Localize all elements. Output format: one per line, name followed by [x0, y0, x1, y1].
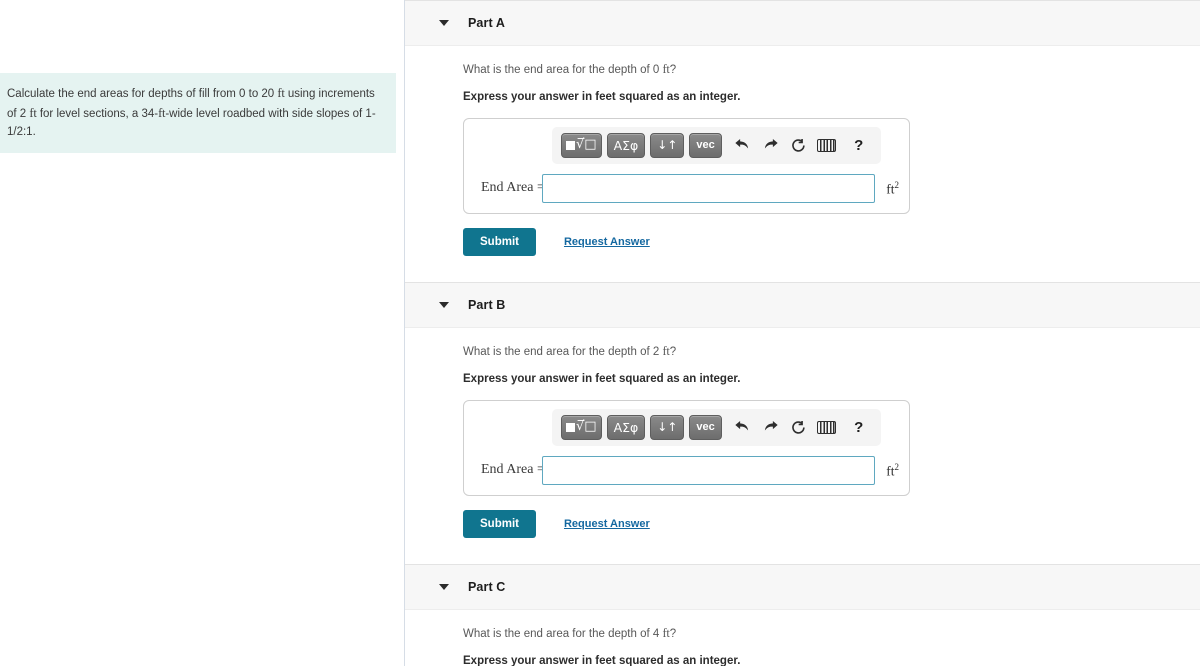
instruction-text-part-c: Express your answer in feet squared as a…	[463, 654, 741, 666]
greek-symbols-button-label: ΑΣφ	[613, 419, 639, 435]
question-text-part-a: What is the end area for the depth of 0 …	[463, 46, 1200, 78]
keyboard-icon[interactable]	[815, 133, 839, 157]
unit-ft: ft	[662, 343, 670, 358]
redo-icon-glyph	[765, 138, 778, 149]
statement-text: Calculate the end areas for depths of fi…	[7, 88, 278, 100]
answer-input-part-a[interactable]	[542, 173, 876, 203]
unit-base: ft	[886, 181, 895, 197]
request-answer-link-part-b[interactable]: Request Answer	[564, 518, 650, 530]
answer-unit-label: ft2	[886, 180, 899, 198]
part-block-part-b: Part B What is the end area for the depth…	[405, 281, 1200, 564]
unit-base: ft	[886, 463, 895, 478]
answer-input-row: End Area = ft2	[474, 455, 899, 485]
undo-icon-glyph	[735, 138, 749, 149]
reset-icon-glyph	[792, 420, 805, 434]
answer-unit-label: ft2	[886, 462, 899, 480]
problem-left-panel: Calculate the end areas for depths of fi…	[0, 0, 405, 666]
radical-glyph: √̅□	[576, 136, 597, 152]
answer-input-row: End Area = ft2	[474, 173, 899, 203]
keyboard-glyph	[817, 420, 837, 434]
redo-icon[interactable]	[759, 133, 783, 157]
part-block-part-a: Part A What is the end area for the depth…	[405, 0, 1200, 282]
instruction-text-part-b: Express your answer in feet squared as a…	[463, 372, 741, 385]
answer-actions-row: Submit Request Answer	[463, 509, 1200, 538]
math-toolbar: √̅□ ΑΣφ ↓↑ vec?	[552, 126, 881, 164]
part-header-part-b[interactable]: Part B	[405, 281, 1200, 328]
unit-exponent: 2	[894, 461, 900, 472]
greek-symbols-button[interactable]: ΑΣφ	[606, 414, 646, 440]
reset-icon[interactable]	[787, 415, 811, 439]
subscript-superscript-button-label: ↓↑	[657, 138, 678, 153]
template-square-root-button[interactable]: √̅□	[561, 414, 602, 440]
part-block-part-c: Part C What is the end area for the depth…	[405, 563, 1200, 666]
greek-symbols-button-label: ΑΣφ	[613, 137, 639, 153]
part-header-part-c[interactable]: Part C	[405, 563, 1200, 610]
part-title-part-c: Part C	[468, 579, 506, 594]
help-icon[interactable]: ?	[847, 133, 871, 157]
keyboard-icon[interactable]	[815, 415, 839, 439]
reset-icon[interactable]	[787, 133, 811, 157]
vector-button-label: vec	[696, 139, 715, 152]
parts-panel: Part A What is the end area for the depth…	[405, 0, 1200, 666]
vector-button-label: vec	[696, 421, 715, 434]
chevron-down-icon[interactable]	[439, 583, 449, 590]
undo-icon[interactable]	[731, 415, 755, 439]
keyboard-glyph	[817, 138, 837, 152]
question-prefix: What is the end area for the depth of 4	[463, 627, 663, 640]
vector-button[interactable]: vec	[689, 414, 722, 440]
math-toolbar: √̅□ ΑΣφ ↓↑ vec?	[552, 408, 881, 446]
submit-button-part-a[interactable]: Submit	[463, 227, 536, 256]
undo-icon-glyph	[735, 420, 749, 431]
answer-entry-box: √̅□ ΑΣφ ↓↑ vec? End Area = ft2	[463, 399, 910, 496]
part-body-part-c: What is the end area for the depth of 4 …	[405, 610, 1200, 666]
greek-symbols-button[interactable]: ΑΣφ	[606, 132, 646, 158]
part-body-part-a: What is the end area for the depth of 0 …	[405, 46, 1200, 282]
problem-statement: Calculate the end areas for depths of fi…	[0, 73, 396, 154]
question-text-part-c: What is the end area for the depth of 4 …	[463, 610, 1200, 642]
part-title-part-a: Part A	[468, 16, 505, 30]
unit-ft: ft	[277, 86, 285, 100]
subscript-superscript-button[interactable]: ↓↑	[650, 132, 685, 158]
answer-entry-box: √̅□ ΑΣφ ↓↑ vec? End Area = ft2	[463, 117, 910, 214]
question-text-part-b: What is the end area for the depth of 2 …	[463, 328, 1200, 360]
part-header-part-a[interactable]: Part A	[405, 0, 1200, 46]
request-answer-link-part-a[interactable]: Request Answer	[564, 236, 650, 248]
chevron-down-icon[interactable]	[439, 301, 449, 308]
question-suffix: ?	[669, 64, 677, 76]
question-prefix: What is the end area for the depth of 2	[463, 345, 663, 358]
answer-actions-row: Submit Request Answer	[463, 227, 1200, 256]
reset-icon-glyph	[792, 138, 805, 152]
question-suffix: ?	[669, 345, 677, 358]
filled-square-glyph	[566, 422, 575, 432]
part-body-part-b: What is the end area for the depth of 2 …	[405, 328, 1200, 564]
unit-ft: ft	[662, 62, 670, 76]
undo-icon[interactable]	[731, 133, 755, 157]
unit-ft: ft	[29, 105, 37, 120]
submit-button-part-b[interactable]: Submit	[463, 509, 536, 538]
statement-text: for level sections, a 34-	[36, 107, 159, 120]
answer-input-part-b[interactable]	[542, 455, 876, 485]
template-square-root-button[interactable]: √̅□	[561, 132, 602, 158]
vector-button[interactable]: vec	[689, 132, 722, 158]
subscript-superscript-button-label: ↓↑	[657, 420, 678, 435]
question-suffix: ?	[669, 627, 677, 640]
part-title-part-b: Part B	[468, 297, 506, 312]
unit-ft: ft	[662, 625, 670, 640]
instruction-text-part-a: Express your answer in feet squared as a…	[463, 90, 741, 103]
page-root: Calculate the end areas for depths of fi…	[0, 0, 1200, 666]
redo-icon-glyph	[765, 420, 778, 431]
filled-square-glyph	[566, 140, 575, 150]
redo-icon[interactable]	[759, 415, 783, 439]
subscript-superscript-button[interactable]: ↓↑	[650, 414, 685, 440]
radical-glyph: √̅□	[576, 418, 597, 434]
unit-exponent: 2	[894, 179, 900, 190]
end-area-label: End Area =	[481, 462, 545, 478]
question-prefix: What is the end area for the depth of 0	[463, 64, 663, 76]
end-area-label: End Area =	[481, 180, 545, 196]
help-icon[interactable]: ?	[847, 415, 871, 439]
chevron-down-icon[interactable]	[439, 20, 449, 26]
